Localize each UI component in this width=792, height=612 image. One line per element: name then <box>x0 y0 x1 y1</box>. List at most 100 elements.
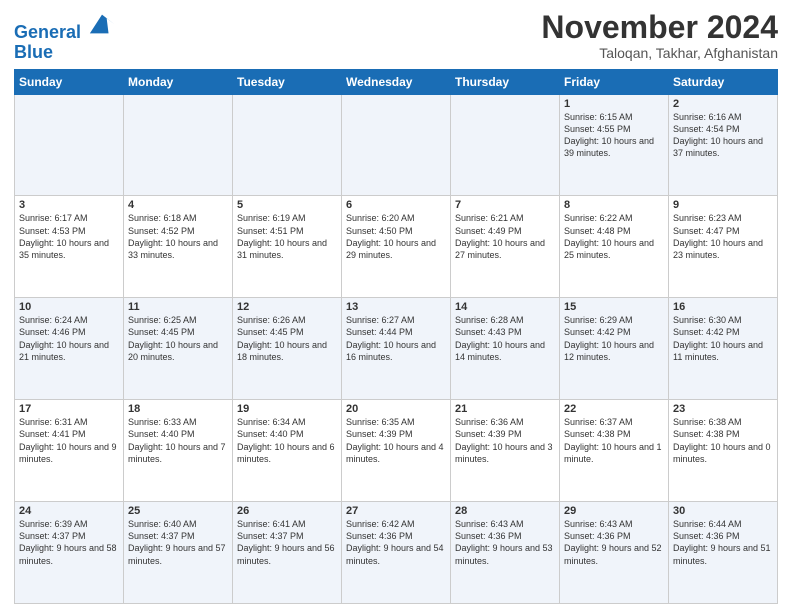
day-number: 9 <box>673 199 773 211</box>
weekday-header: Tuesday <box>233 69 342 94</box>
calendar-cell: 7Sunrise: 6:21 AM Sunset: 4:49 PM Daylig… <box>451 196 560 298</box>
day-info: Sunrise: 6:20 AM Sunset: 4:50 PM Dayligh… <box>346 212 446 261</box>
day-info: Sunrise: 6:17 AM Sunset: 4:53 PM Dayligh… <box>19 212 119 261</box>
calendar-cell: 23Sunrise: 6:38 AM Sunset: 4:38 PM Dayli… <box>669 400 778 502</box>
day-number: 23 <box>673 403 773 415</box>
day-number: 8 <box>564 199 664 211</box>
day-info: Sunrise: 6:24 AM Sunset: 4:46 PM Dayligh… <box>19 314 119 363</box>
calendar-cell: 30Sunrise: 6:44 AM Sunset: 4:36 PM Dayli… <box>669 502 778 604</box>
day-number: 13 <box>346 301 446 313</box>
day-number: 10 <box>19 301 119 313</box>
calendar-cell: 24Sunrise: 6:39 AM Sunset: 4:37 PM Dayli… <box>15 502 124 604</box>
weekday-header: Sunday <box>15 69 124 94</box>
calendar-cell: 12Sunrise: 6:26 AM Sunset: 4:45 PM Dayli… <box>233 298 342 400</box>
calendar-cell: 20Sunrise: 6:35 AM Sunset: 4:39 PM Dayli… <box>342 400 451 502</box>
day-number: 5 <box>237 199 337 211</box>
calendar-cell: 16Sunrise: 6:30 AM Sunset: 4:42 PM Dayli… <box>669 298 778 400</box>
calendar-row: 24Sunrise: 6:39 AM Sunset: 4:37 PM Dayli… <box>15 502 778 604</box>
day-number: 25 <box>128 505 228 517</box>
logo-icon <box>88 10 116 38</box>
location: Taloqan, Takhar, Afghanistan <box>541 45 778 61</box>
day-info: Sunrise: 6:19 AM Sunset: 4:51 PM Dayligh… <box>237 212 337 261</box>
day-info: Sunrise: 6:34 AM Sunset: 4:40 PM Dayligh… <box>237 416 337 465</box>
day-number: 11 <box>128 301 228 313</box>
calendar-cell: 25Sunrise: 6:40 AM Sunset: 4:37 PM Dayli… <box>124 502 233 604</box>
day-info: Sunrise: 6:29 AM Sunset: 4:42 PM Dayligh… <box>564 314 664 363</box>
day-info: Sunrise: 6:18 AM Sunset: 4:52 PM Dayligh… <box>128 212 228 261</box>
day-info: Sunrise: 6:42 AM Sunset: 4:36 PM Dayligh… <box>346 518 446 567</box>
logo-general: General <box>14 22 81 42</box>
logo-text: General <box>14 10 116 43</box>
day-info: Sunrise: 6:43 AM Sunset: 4:36 PM Dayligh… <box>564 518 664 567</box>
day-number: 12 <box>237 301 337 313</box>
day-number: 29 <box>564 505 664 517</box>
day-number: 21 <box>455 403 555 415</box>
day-number: 14 <box>455 301 555 313</box>
calendar-cell: 26Sunrise: 6:41 AM Sunset: 4:37 PM Dayli… <box>233 502 342 604</box>
calendar-cell <box>124 94 233 196</box>
calendar-cell <box>342 94 451 196</box>
page: General Blue November 2024 Taloqan, Takh… <box>0 0 792 612</box>
day-number: 4 <box>128 199 228 211</box>
day-number: 22 <box>564 403 664 415</box>
calendar-cell: 8Sunrise: 6:22 AM Sunset: 4:48 PM Daylig… <box>560 196 669 298</box>
day-number: 18 <box>128 403 228 415</box>
day-number: 3 <box>19 199 119 211</box>
day-info: Sunrise: 6:33 AM Sunset: 4:40 PM Dayligh… <box>128 416 228 465</box>
day-number: 26 <box>237 505 337 517</box>
day-info: Sunrise: 6:28 AM Sunset: 4:43 PM Dayligh… <box>455 314 555 363</box>
header: General Blue November 2024 Taloqan, Takh… <box>14 10 778 63</box>
calendar-cell <box>233 94 342 196</box>
calendar-cell: 21Sunrise: 6:36 AM Sunset: 4:39 PM Dayli… <box>451 400 560 502</box>
calendar-cell: 19Sunrise: 6:34 AM Sunset: 4:40 PM Dayli… <box>233 400 342 502</box>
calendar-cell: 4Sunrise: 6:18 AM Sunset: 4:52 PM Daylig… <box>124 196 233 298</box>
weekday-header: Saturday <box>669 69 778 94</box>
day-info: Sunrise: 6:38 AM Sunset: 4:38 PM Dayligh… <box>673 416 773 465</box>
weekday-header: Friday <box>560 69 669 94</box>
day-info: Sunrise: 6:31 AM Sunset: 4:41 PM Dayligh… <box>19 416 119 465</box>
day-info: Sunrise: 6:26 AM Sunset: 4:45 PM Dayligh… <box>237 314 337 363</box>
weekday-header: Wednesday <box>342 69 451 94</box>
logo-blue: Blue <box>14 43 116 63</box>
logo: General Blue <box>14 10 116 63</box>
day-number: 16 <box>673 301 773 313</box>
calendar-cell <box>451 94 560 196</box>
day-info: Sunrise: 6:22 AM Sunset: 4:48 PM Dayligh… <box>564 212 664 261</box>
day-info: Sunrise: 6:35 AM Sunset: 4:39 PM Dayligh… <box>346 416 446 465</box>
day-info: Sunrise: 6:39 AM Sunset: 4:37 PM Dayligh… <box>19 518 119 567</box>
calendar-cell: 6Sunrise: 6:20 AM Sunset: 4:50 PM Daylig… <box>342 196 451 298</box>
day-number: 6 <box>346 199 446 211</box>
calendar-cell: 15Sunrise: 6:29 AM Sunset: 4:42 PM Dayli… <box>560 298 669 400</box>
day-number: 19 <box>237 403 337 415</box>
day-info: Sunrise: 6:40 AM Sunset: 4:37 PM Dayligh… <box>128 518 228 567</box>
month-title: November 2024 <box>541 10 778 45</box>
day-number: 27 <box>346 505 446 517</box>
day-number: 7 <box>455 199 555 211</box>
calendar-cell: 13Sunrise: 6:27 AM Sunset: 4:44 PM Dayli… <box>342 298 451 400</box>
day-info: Sunrise: 6:37 AM Sunset: 4:38 PM Dayligh… <box>564 416 664 465</box>
calendar-cell: 22Sunrise: 6:37 AM Sunset: 4:38 PM Dayli… <box>560 400 669 502</box>
day-number: 15 <box>564 301 664 313</box>
calendar-cell: 5Sunrise: 6:19 AM Sunset: 4:51 PM Daylig… <box>233 196 342 298</box>
day-info: Sunrise: 6:36 AM Sunset: 4:39 PM Dayligh… <box>455 416 555 465</box>
calendar-cell: 1Sunrise: 6:15 AM Sunset: 4:55 PM Daylig… <box>560 94 669 196</box>
calendar-cell: 18Sunrise: 6:33 AM Sunset: 4:40 PM Dayli… <box>124 400 233 502</box>
calendar-row: 17Sunrise: 6:31 AM Sunset: 4:41 PM Dayli… <box>15 400 778 502</box>
title-block: November 2024 Taloqan, Takhar, Afghanist… <box>541 10 778 61</box>
day-number: 20 <box>346 403 446 415</box>
day-number: 24 <box>19 505 119 517</box>
calendar-table: SundayMondayTuesdayWednesdayThursdayFrid… <box>14 69 778 604</box>
day-info: Sunrise: 6:23 AM Sunset: 4:47 PM Dayligh… <box>673 212 773 261</box>
calendar-cell <box>15 94 124 196</box>
day-number: 17 <box>19 403 119 415</box>
day-info: Sunrise: 6:44 AM Sunset: 4:36 PM Dayligh… <box>673 518 773 567</box>
day-info: Sunrise: 6:30 AM Sunset: 4:42 PM Dayligh… <box>673 314 773 363</box>
day-number: 28 <box>455 505 555 517</box>
calendar-cell: 17Sunrise: 6:31 AM Sunset: 4:41 PM Dayli… <box>15 400 124 502</box>
calendar-cell: 3Sunrise: 6:17 AM Sunset: 4:53 PM Daylig… <box>15 196 124 298</box>
calendar-cell: 2Sunrise: 6:16 AM Sunset: 4:54 PM Daylig… <box>669 94 778 196</box>
calendar-cell: 29Sunrise: 6:43 AM Sunset: 4:36 PM Dayli… <box>560 502 669 604</box>
calendar-header-row: SundayMondayTuesdayWednesdayThursdayFrid… <box>15 69 778 94</box>
day-info: Sunrise: 6:16 AM Sunset: 4:54 PM Dayligh… <box>673 111 773 160</box>
weekday-header: Monday <box>124 69 233 94</box>
